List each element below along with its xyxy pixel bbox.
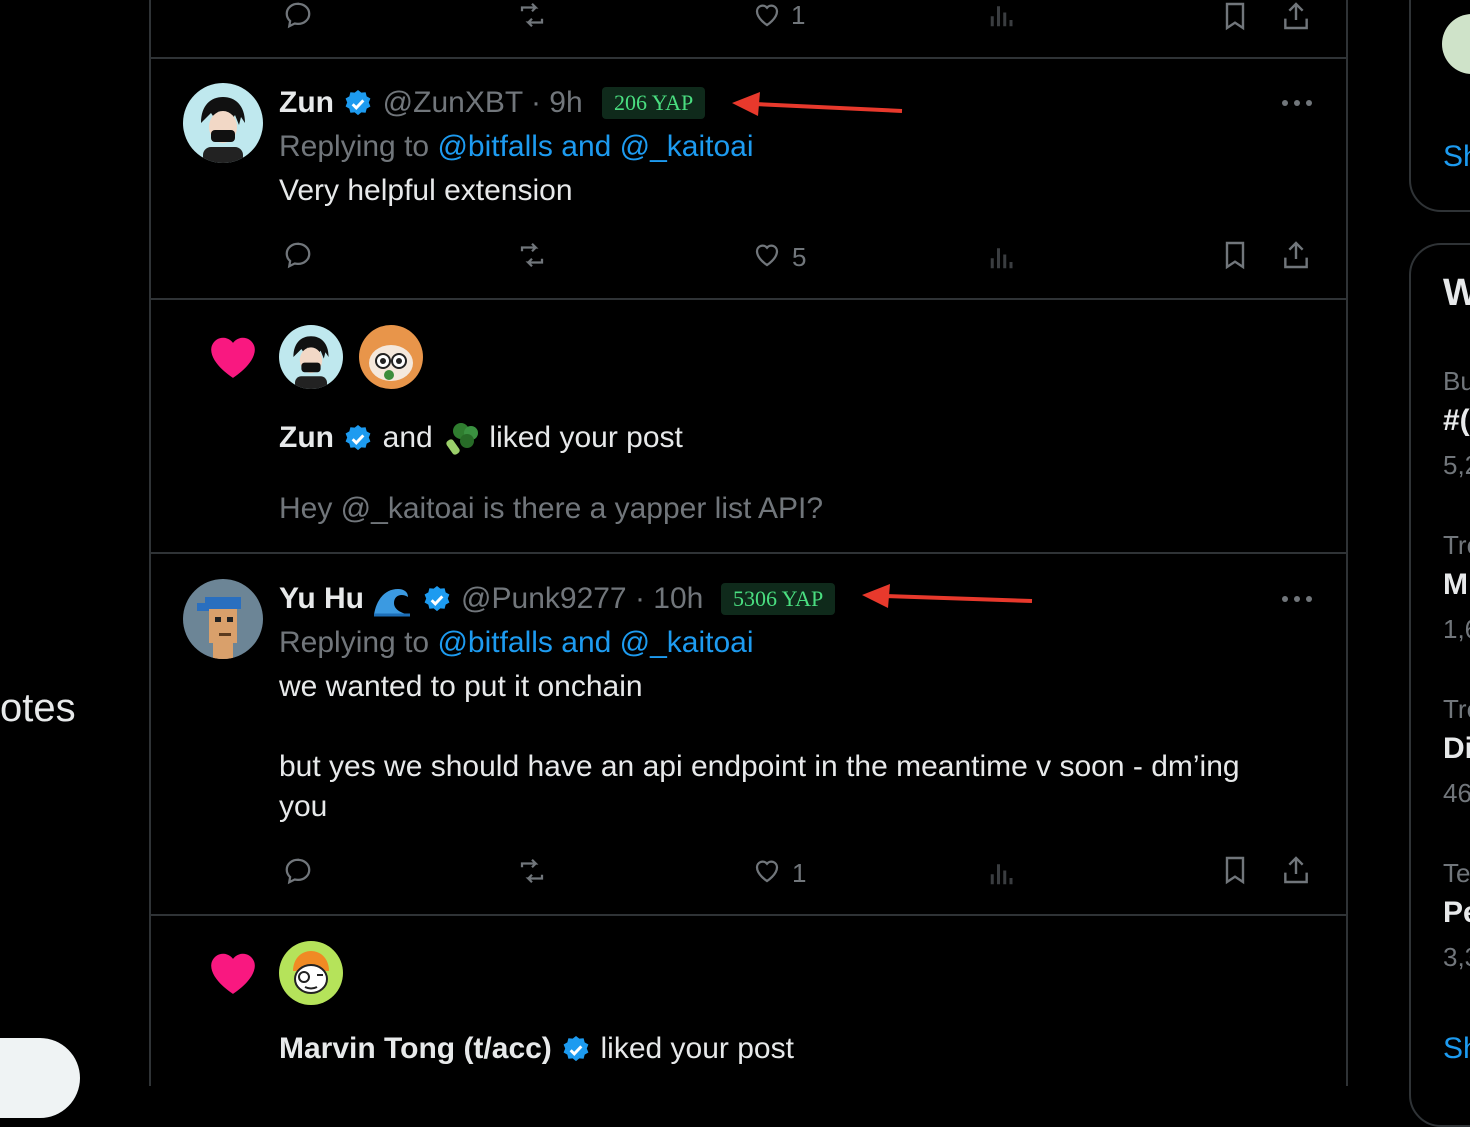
broccoli-emoji-icon[interactable] (441, 421, 481, 457)
timeline-left-border (149, 0, 151, 1086)
share-icon[interactable] (1280, 238, 1312, 272)
views-icon[interactable] (985, 0, 1017, 30)
author-handle[interactable]: @Punk9277 (461, 582, 627, 615)
trend-title: #( (1443, 404, 1470, 437)
avatar[interactable] (279, 941, 343, 1005)
trend-count: 46 (1443, 778, 1470, 808)
post-text: Very helpful extension (279, 174, 573, 207)
timeline-right-border (1346, 0, 1348, 1086)
trend-category: Tre (1443, 694, 1470, 724)
avatar[interactable] (183, 83, 263, 163)
verified-badge-icon (563, 1036, 589, 1062)
reply-icon[interactable] (281, 856, 315, 886)
repost-icon[interactable] (513, 240, 551, 270)
post-time[interactable]: · 10h (635, 582, 703, 615)
verified-badge-icon (345, 425, 371, 451)
red-arrow-annotation (862, 584, 1033, 608)
views-icon[interactable] (985, 242, 1017, 272)
divider (151, 57, 1346, 59)
avatar[interactable] (183, 579, 263, 659)
yap-badge: 5306 YAP (721, 583, 836, 615)
red-arrow-annotation (732, 92, 903, 116)
divider (151, 914, 1346, 916)
author-handle[interactable]: @ZunXBT (383, 86, 523, 119)
like-count: 5 (792, 242, 807, 272)
show-more-link[interactable]: Sh (1443, 1032, 1470, 1066)
trend-title: M (1443, 568, 1468, 601)
repost-icon[interactable] (513, 856, 551, 886)
repost-icon[interactable] (513, 0, 551, 30)
yap-badge: 206 YAP (602, 87, 706, 119)
replying-to: Replying to @bitfalls and @_kaitoai (279, 626, 754, 659)
share-icon[interactable] (1280, 0, 1312, 32)
author-name[interactable]: Yu Hu (279, 582, 364, 615)
post-text: but yes we should have an api endpoint i… (279, 750, 1240, 783)
trend-category: Bu (1443, 366, 1470, 396)
post-time[interactable]: · 9h (531, 86, 583, 119)
sidebar-heading: W (1443, 272, 1470, 314)
views-icon[interactable] (985, 858, 1017, 888)
divider (151, 298, 1346, 300)
like-count: 1 (791, 0, 806, 30)
trend-count: 1,6 (1443, 614, 1470, 644)
heart-notification-icon (206, 332, 260, 380)
like-icon[interactable] (750, 856, 784, 886)
replying-to: Replying to @bitfalls and @_kaitoai (279, 130, 754, 163)
reply-icon[interactable] (281, 0, 315, 30)
show-more-link[interactable]: Sh (1443, 140, 1470, 174)
trend-count: 5,2 (1443, 450, 1470, 480)
verified-badge-icon (345, 90, 371, 116)
divider (151, 552, 1346, 554)
trend-category: Tre (1443, 530, 1470, 560)
post-preview[interactable]: Hey @_kaitoai is there a yapper list API… (279, 492, 823, 526)
reply-mentions[interactable]: @bitfalls and @_kaitoai (437, 626, 753, 659)
share-icon[interactable] (1280, 853, 1312, 887)
post-text: we wanted to put it onchain (279, 670, 643, 703)
more-icon[interactable] (1280, 592, 1314, 606)
nav-item-notes-label[interactable]: otes (0, 686, 76, 730)
like-icon[interactable] (750, 240, 784, 270)
like-icon[interactable] (750, 0, 784, 30)
actor-name[interactable]: Zun (279, 421, 334, 454)
trend-category: Te (1443, 858, 1470, 888)
bookmark-icon[interactable] (1219, 0, 1251, 32)
verified-badge-icon (424, 586, 450, 612)
actor-name[interactable]: Marvin Tong (t/acc) (279, 1032, 552, 1065)
post-button[interactable] (0, 1038, 80, 1118)
bookmark-icon[interactable] (1219, 238, 1251, 272)
trend-count: 3,3 (1443, 942, 1470, 972)
more-icon[interactable] (1280, 96, 1314, 110)
reply-icon[interactable] (281, 240, 315, 270)
avatar[interactable] (359, 325, 423, 389)
author-name[interactable]: Zun (279, 86, 334, 119)
like-count: 1 (792, 858, 807, 888)
trend-title: Pe (1443, 896, 1470, 929)
post-text: you (279, 790, 328, 823)
bookmark-icon[interactable] (1219, 853, 1251, 887)
avatar[interactable] (279, 325, 343, 389)
reply-mentions[interactable]: @bitfalls and @_kaitoai (437, 130, 753, 163)
wave-emoji-icon (374, 589, 411, 617)
trend-title: Di (1443, 732, 1470, 765)
heart-notification-icon (206, 948, 260, 996)
